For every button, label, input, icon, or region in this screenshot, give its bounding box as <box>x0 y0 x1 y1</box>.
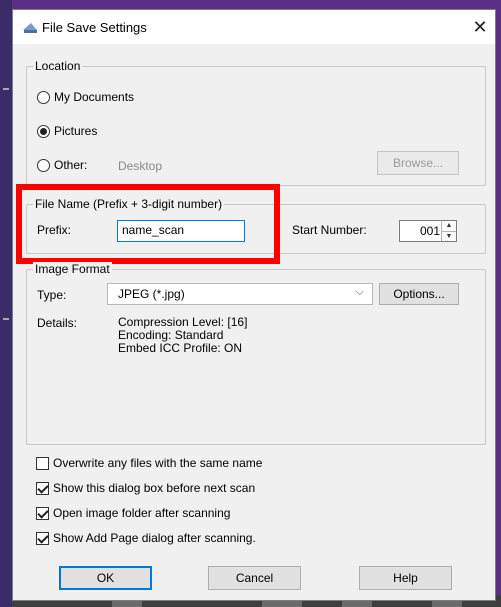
radio-button-icon[interactable] <box>37 158 50 172</box>
overwrite-files-checkbox[interactable]: Overwrite any files with the same name <box>36 456 262 470</box>
type-label: Type: <box>37 288 67 302</box>
start-number-spinner[interactable]: 001 ▲ ▼ <box>399 220 457 242</box>
show-dialog-checkbox[interactable]: Show this dialog box before next scan <box>36 481 255 495</box>
details-line: Embed ICC Profile: ON <box>118 341 243 355</box>
radio-label: Pictures <box>54 124 98 138</box>
type-select-value: JPEG (*.jpg) <box>118 287 185 301</box>
cancel-button[interactable]: Cancel <box>208 566 301 590</box>
other-path-text: Desktop <box>118 159 163 173</box>
type-select[interactable]: JPEG (*.jpg) ⌵ <box>107 283 373 305</box>
spinner-down-icon[interactable]: ▼ <box>442 232 456 242</box>
image-format-group-label: Image Format <box>33 262 112 276</box>
checkbox-label: Show Add Page dialog after scanning. <box>53 531 256 545</box>
start-number-label: Start Number: <box>292 223 367 237</box>
details-label: Details: <box>37 316 78 330</box>
spinner-buttons[interactable]: ▲ ▼ <box>441 221 456 241</box>
radio-my-documents[interactable]: My Documents <box>37 90 134 104</box>
radio-other[interactable]: Other: <box>37 158 87 172</box>
scanner-app-icon <box>23 23 37 33</box>
background-mark <box>3 88 9 90</box>
start-number-value: 001 <box>419 224 440 238</box>
checkbox-checked-icon[interactable] <box>36 506 49 520</box>
checkbox-checked-icon[interactable] <box>36 481 49 495</box>
checkbox-label: Overwrite any files with the same name <box>53 456 263 470</box>
spinner-up-icon[interactable]: ▲ <box>442 221 456 232</box>
window-title: File Save Settings <box>42 20 147 35</box>
radio-button-icon[interactable] <box>37 90 50 104</box>
radio-pictures[interactable]: Pictures <box>37 124 97 138</box>
checkbox-unchecked-icon[interactable] <box>36 456 49 470</box>
checkbox-label: Open image folder after scanning <box>53 506 231 520</box>
ok-button[interactable]: OK <box>59 566 152 590</box>
file-save-settings-dialog: File Save Settings ✕ Location My Documen… <box>12 9 496 601</box>
chevron-down-icon[interactable]: ⌵ <box>356 286 364 299</box>
background-window-edge <box>0 0 12 607</box>
show-add-page-checkbox[interactable]: Show Add Page dialog after scanning. <box>36 531 256 545</box>
close-icon[interactable]: ✕ <box>468 15 492 39</box>
help-button[interactable]: Help <box>359 566 452 590</box>
radio-button-selected-icon[interactable] <box>37 124 50 138</box>
red-highlight-box <box>16 184 280 264</box>
options-button[interactable]: Options... <box>379 283 459 305</box>
radio-label: My Documents <box>54 90 135 104</box>
open-folder-checkbox[interactable]: Open image folder after scanning <box>36 506 230 520</box>
checkbox-checked-icon[interactable] <box>36 531 49 545</box>
location-group-label: Location <box>33 59 83 73</box>
browse-button[interactable]: Browse... <box>377 151 459 175</box>
radio-label: Other: <box>54 158 88 172</box>
title-bar[interactable]: File Save Settings ✕ <box>13 10 495 44</box>
checkbox-label: Show this dialog box before next scan <box>53 481 256 495</box>
background-mark <box>3 318 9 320</box>
details-text: Compression Level: [16] Encoding: Standa… <box>118 316 247 355</box>
